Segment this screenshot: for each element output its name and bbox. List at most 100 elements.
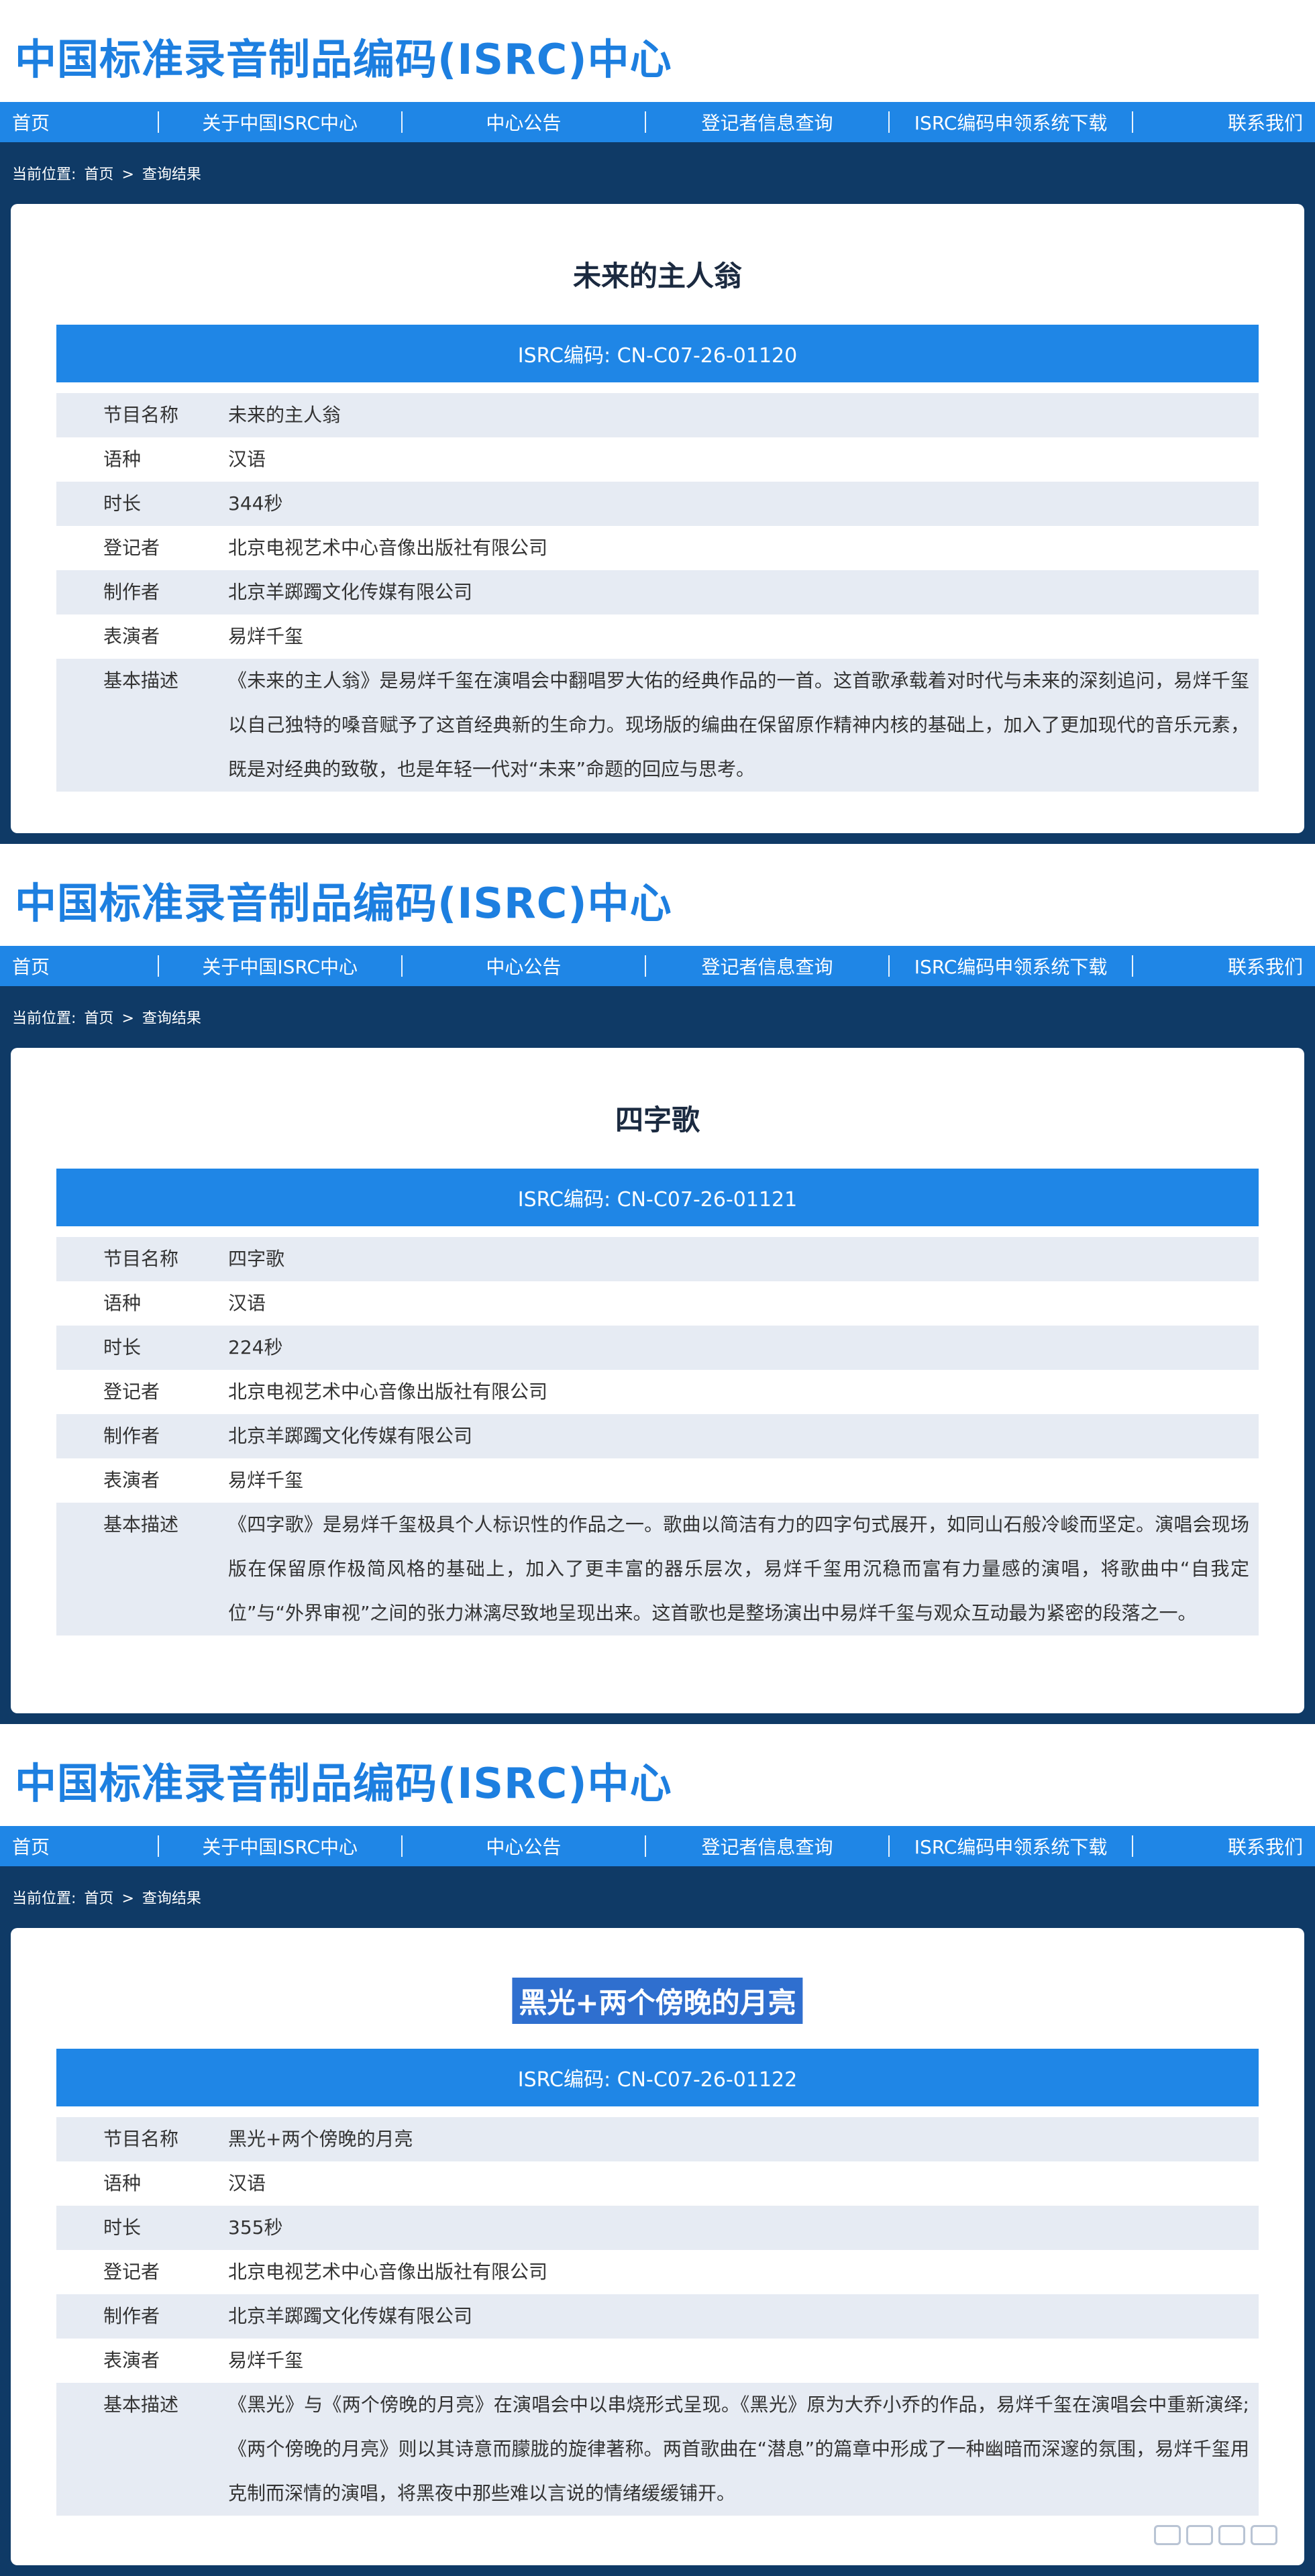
info-table: 节目名称 四字歌语种 汉语 时长 224秒登记者 北京电视艺术中心音像出版社有限公司制作者… — [56, 1237, 1259, 1635]
field-value: 224秒 — [228, 1336, 283, 1358]
field-label: 语种 — [103, 2172, 142, 2194]
breadcrumb-separator: > — [121, 166, 134, 183]
field-value: 黑光+两个傍晚的月亮 — [228, 2128, 413, 2150]
breadcrumb: 当前位置: 首页 > 查询结果 — [12, 1006, 209, 1028]
nav-item[interactable]: ISRC编码申领系统下载 — [890, 109, 1132, 136]
nav-separator — [1132, 955, 1134, 977]
nav-item[interactable]: 关于中国ISRC中心 — [159, 109, 401, 136]
breadcrumb-separator: > — [121, 1890, 134, 1907]
nav-item[interactable]: 联系我们 — [1133, 953, 1315, 979]
isrc-code-bar: ISRC编码: CN-C07-26-01122 — [56, 2049, 1259, 2106]
site-title[interactable]: 中国标准录音制品编码(ISRC)中心 — [15, 869, 672, 930]
nav-item[interactable]: 登记者信息查询 — [646, 953, 888, 979]
nav-item[interactable]: 关于中国ISRC中心 — [159, 1833, 401, 1860]
table-row: 制作者 北京羊踯躅文化传媒有限公司 — [56, 2294, 1259, 2339]
field-label: 语种 — [103, 1292, 142, 1314]
content-area: 当前位置: 首页 > 查询结果 四字歌 ISRC编码: CN-C07-26-01121 节目… — [0, 986, 1315, 1724]
field-label: 登记者 — [103, 537, 160, 559]
table-row: 节目名称 四字歌 — [56, 1237, 1259, 1281]
table-row: 登记者 北京电视艺术中心音像出版社有限公司 — [56, 1370, 1259, 1414]
field-value: 易烊千玺 — [228, 625, 304, 647]
nav-item[interactable]: 首页 — [0, 953, 158, 979]
table-row: 基本描述 《未来的主人翁》是易烊千玺在演唱会中翻唱罗大佑的经典作品的一首。这首歌承… — [56, 659, 1259, 792]
field-label: 制作者 — [103, 2305, 160, 2327]
nav-separator — [644, 955, 646, 977]
nav-separator — [401, 111, 403, 133]
field-value: 355秒 — [228, 2216, 283, 2239]
field-label: 制作者 — [103, 581, 160, 603]
table-row: 登记者 北京电视艺术中心音像出版社有限公司 — [56, 2250, 1259, 2294]
breadcrumb: 当前位置: 首页 > 查询结果 — [12, 1886, 209, 1908]
field-value: 北京羊踯躅文化传媒有限公司 — [228, 1425, 473, 1447]
table-row: 时长 355秒 — [56, 2206, 1259, 2250]
main-nav: 首页 关于中国ISRC中心 中心公告 登记者信息查询 ISRC编码申领系统下载 联系我们 — [0, 1826, 1315, 1866]
breadcrumb-label: 当前位置: — [12, 1890, 76, 1907]
field-label: 基本描述 — [103, 2394, 179, 2416]
nav-separator — [157, 955, 159, 977]
nav-separator — [157, 1835, 159, 1857]
screenshot-panel: 中国标准录音制品编码(ISRC)中心 首页 关于中国ISRC中心 中心公告 登记者信息查… — [0, 0, 1315, 844]
nav-item[interactable]: ISRC编码申领系统下载 — [890, 1833, 1132, 1860]
nav-item[interactable]: 联系我们 — [1133, 109, 1315, 136]
song-title: 黑光+两个傍晚的月亮 — [512, 1978, 803, 2024]
song-title: 四字歌 — [615, 1104, 700, 1136]
field-value: 北京电视艺术中心音像出版社有限公司 — [228, 537, 548, 559]
breadcrumb-home[interactable]: 首页 — [84, 166, 113, 183]
table-row: 基本描述 《四字歌》是易烊千玺极具个人标识性的作品之一。歌曲以简洁有力的四字句式展… — [56, 1503, 1259, 1635]
table-row: 制作者 北京羊踯躅文化传媒有限公司 — [56, 570, 1259, 614]
nav-separator — [888, 1835, 890, 1857]
breadcrumb: 当前位置: 首页 > 查询结果 — [12, 162, 209, 184]
nav-separator — [401, 1835, 403, 1857]
content-area: 当前位置: 首页 > 查询结果未来的主人翁 ISRC编码: CN-C07-26-0112… — [0, 142, 1315, 844]
nav-item[interactable]: 首页 — [0, 109, 158, 136]
nav-separator — [401, 955, 403, 977]
field-label: 时长 — [103, 2216, 142, 2239]
nav-separator — [157, 111, 159, 133]
breadcrumb-label: 当前位置: — [12, 1010, 76, 1027]
field-value: 未来的主人翁 — [228, 404, 341, 426]
song-title: 未来的主人翁 — [572, 260, 742, 292]
field-value: 北京电视艺术中心音像出版社有限公司 — [228, 1381, 548, 1403]
table-row: 语种 汉语 — [56, 2161, 1259, 2206]
nav-item[interactable]: 登记者信息查询 — [646, 1833, 888, 1860]
nav-item[interactable]: 中心公告 — [403, 953, 645, 979]
nav-item[interactable]: ISRC编码申领系统下载 — [890, 953, 1132, 979]
breadcrumb-current: 查询结果 — [142, 1010, 201, 1027]
nav-item[interactable]: 关于中国ISRC中心 — [159, 953, 401, 979]
nav-separator — [644, 111, 646, 133]
isrc-code-bar: ISRC编码: CN-C07-26-01120 — [56, 325, 1259, 382]
field-value: 易烊千玺 — [228, 2349, 304, 2371]
table-row: 登记者 北京电视艺术中心音像出版社有限公司 — [56, 526, 1259, 570]
field-label: 语种 — [103, 448, 142, 470]
table-row: 表演者 易烊千玺 — [56, 614, 1259, 659]
nav-separator — [888, 111, 890, 133]
site-title[interactable]: 中国标准录音制品编码(ISRC)中心 — [15, 25, 672, 86]
field-label: 时长 — [103, 492, 142, 515]
table-row: 语种 汉语 — [56, 1281, 1259, 1326]
field-label: 制作者 — [103, 1425, 160, 1447]
info-table: 节目名称 未来的主人翁 语种 汉语 时长 344秒 登记者 北京电视艺术中心音像出版社有限公司… — [56, 393, 1259, 792]
nav-item[interactable]: 首页 — [0, 1833, 158, 1860]
field-value: 《未来的主人翁》是易烊千玺在演唱会中翻唱罗大佑的经典作品的一首。这首歌承载着对时… — [228, 669, 1249, 780]
nav-item[interactable]: 中心公告 — [403, 1833, 645, 1860]
nav-item[interactable]: 登记者信息查询 — [646, 109, 888, 136]
breadcrumb-current: 查询结果 — [142, 166, 201, 183]
field-label: 登记者 — [103, 1381, 160, 1403]
field-label: 节目名称 — [103, 1248, 179, 1270]
table-row: 基本描述 《黑光》与《两个傍晚的月亮》在演唱会中以串烧形式呈现。《黑光》原为大乔小… — [56, 2383, 1259, 2516]
main-nav: 首页 关于中国ISRC中心 中心公告 登记者信息查询 ISRC编码申领系统下载 联系我们 — [0, 102, 1315, 142]
breadcrumb-home[interactable]: 首页 — [84, 1890, 113, 1907]
site-title[interactable]: 中国标准录音制品编码(ISRC)中心 — [15, 1750, 672, 1810]
table-row: 制作者 北京羊踯躅文化传媒有限公司 — [56, 1414, 1259, 1458]
breadcrumb-label: 当前位置: — [12, 166, 76, 183]
field-value: 汉语 — [228, 448, 266, 470]
field-value: 《黑光》与《两个傍晚的月亮》在演唱会中以串烧形式呈现。《黑光》原为大乔小乔的作品… — [228, 2394, 1249, 2504]
table-row: 时长 224秒 — [56, 1326, 1259, 1370]
field-value: 汉语 — [228, 2172, 266, 2194]
field-label: 节目名称 — [103, 404, 179, 426]
nav-separator — [1132, 111, 1134, 133]
nav-item[interactable]: 中心公告 — [403, 109, 645, 136]
nav-item[interactable]: 联系我们 — [1133, 1833, 1315, 1860]
field-value: 四字歌 — [228, 1248, 285, 1270]
breadcrumb-home[interactable]: 首页 — [84, 1010, 113, 1027]
